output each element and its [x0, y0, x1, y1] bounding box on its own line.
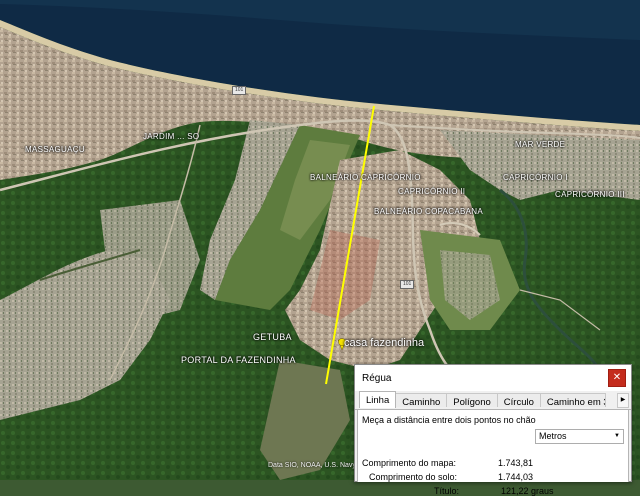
tab-caminho-3d[interactable]: Caminho em 3D [539, 393, 606, 407]
road-shield: 101 [400, 280, 415, 289]
close-icon[interactable]: ✕ [608, 369, 626, 387]
map-label-getuba: GETUBA [253, 332, 292, 342]
map-label-jardim: JARDIM ... SO [143, 132, 200, 141]
unit-select[interactable]: Metros ▼ [535, 429, 624, 444]
dialog-title: Régua [362, 372, 392, 384]
map-label-massaguacu: MASSAGUAÇU [25, 145, 85, 154]
tab-scroll-right-icon[interactable]: ▶ [617, 393, 629, 408]
map-label-capricornio-i: CAPRICÓRNIO I [503, 173, 568, 182]
tab-caminho[interactable]: Caminho [395, 393, 448, 408]
map-length-label: Comprimento do mapa: [362, 458, 457, 468]
ruler-dialog: Régua ✕ Linha Caminho Polígono Círculo C… [354, 364, 632, 496]
tab-circulo[interactable]: Círculo [496, 393, 541, 408]
tab-panel-linha: Meça a distância entre dois pontos no ch… [357, 410, 629, 496]
placemark-label[interactable]: casa fazendinha [344, 337, 424, 349]
map-attribution: Data SIO, NOAA, U.S. Navy [268, 462, 356, 469]
map-label-capricornio-ii: CAPRICÓRNIO II [398, 187, 466, 196]
road-shield: 101 [232, 86, 247, 95]
map-label-portal-da-fazendinha: PORTAL DA FAZENDINHA [181, 355, 296, 365]
unit-select-value: Metros [539, 431, 567, 441]
measure-description: Meça a distância entre dois pontos no ch… [362, 415, 536, 425]
tab-linha[interactable]: Linha [359, 391, 397, 408]
map-label-balneario-copacabana: BALNEÁRIO COPACABANA [374, 207, 483, 216]
map-length-value: 1.743,81 [498, 458, 534, 468]
map-label-capricornio-iii: CAPRICÓRNIO III [555, 190, 625, 199]
tab-bar: Linha Caminho Polígono Círculo Caminho e… [355, 391, 631, 410]
ground-length-value: 1.744,03 [498, 472, 534, 482]
ground-length-label: Comprimento do solo: [369, 472, 458, 482]
chevron-down-icon: ▼ [614, 433, 620, 439]
tab-poligono[interactable]: Polígono [446, 393, 498, 408]
dialog-titlebar[interactable]: Régua ✕ [355, 365, 631, 391]
map-label-mar-verde: MAR VERDE [515, 140, 566, 149]
map-label-balneario-capricornio: BALNEÁRIO CAPRICÓRNIO [310, 173, 421, 182]
heading-value: 121,22 graus [501, 486, 554, 496]
heading-label: Título: [434, 486, 460, 496]
